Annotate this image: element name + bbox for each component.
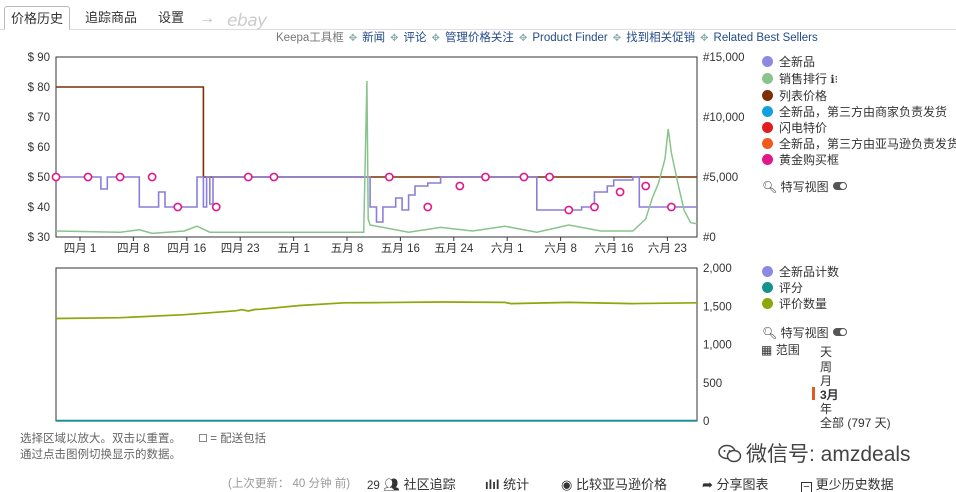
closeup-view-toggle[interactable]: 🔍︎ 特写视图 — [762, 178, 847, 195]
legend-label: 全新品，第三方由亚马逊负责发货 — [779, 137, 956, 151]
legend-dot — [762, 298, 773, 309]
community-label: 社区追踪 — [403, 477, 456, 492]
legend-label: 评分 — [779, 281, 804, 295]
search-icon: 🔍︎ — [762, 326, 778, 340]
shipping-icon — [199, 434, 207, 442]
legend-dot — [762, 138, 773, 149]
legend-label: 黄金购买框 — [779, 153, 840, 167]
legend-dot — [762, 266, 773, 277]
legend-dot — [762, 154, 773, 165]
y-right-tick-label: 1,500 — [703, 301, 732, 313]
legend-dot — [762, 106, 773, 117]
minus-box-icon: − — [801, 482, 812, 492]
tab-price-history[interactable]: 价格历史 — [4, 6, 71, 30]
closeup-view-label: 特写视图 — [780, 326, 829, 340]
legend-dot — [762, 122, 773, 133]
y-right-tick-label: 500 — [703, 378, 722, 390]
statistics-label: 统计 — [503, 477, 530, 492]
legend-label: 全新品 — [779, 55, 816, 69]
legend-dot — [762, 73, 773, 84]
globe-icon: ◉ — [561, 477, 573, 492]
last-updated: (上次更新： 40 分钟 前) — [228, 478, 351, 490]
legend-label: 全新品，第三方由商家负责发货 — [779, 105, 948, 119]
watermark-text: 微信号: amzdeals — [746, 443, 911, 466]
closeup-view-toggle-bottom[interactable]: 🔍︎ 特写视图 — [762, 324, 847, 341]
y-right-tick-label: 0 — [703, 416, 709, 428]
zoom-hint: 选择区域以放大。双击以重置。 = 配送包括 — [20, 430, 266, 446]
legend-item-list-price[interactable]: 列表价格 — [762, 87, 827, 103]
y-right-tick-label: 2,000 — [703, 263, 732, 275]
legend-hint: 通过点击图例切换显示的数据。 — [20, 449, 181, 461]
legend-item-sales-rank[interactable]: 销售排行 ℹ︎⁝ — [762, 70, 838, 86]
zoom-hint-text: 选择区域以放大。双击以重置。 — [20, 433, 181, 445]
compare-label: 比较亚马逊价格 — [575, 477, 667, 492]
search-icon: 🔍︎ — [762, 180, 778, 194]
legend-label: 评价数量 — [779, 297, 828, 311]
compare-prices-button[interactable]: ◉ 比较亚马逊价格 — [561, 474, 667, 492]
less-history-button[interactable]: − 更少历史数据 — [801, 474, 894, 492]
share-chart-button[interactable]: ➦ 分享图表 — [702, 474, 769, 492]
series-line — [55, 301, 698, 320]
legend-item-new-fba[interactable]: 全新品，第三方由亚马逊负责发货 — [762, 135, 956, 151]
community-tracking[interactable]: 29 👥︎ 社区追踪 — [367, 474, 456, 492]
legend-item-rating[interactable]: 评分 — [762, 279, 803, 295]
tracking-count: 29 — [367, 480, 380, 492]
less-history-label: 更少历史数据 — [815, 477, 894, 492]
price-legend: 全新品 销售排行 ℹ︎⁝ 列表价格 全新品，第三方由商家负责发货 闪电特价 全新… — [762, 53, 956, 203]
users-icon: 👥︎ — [383, 477, 400, 492]
legend-label: 全新品计数 — [779, 265, 840, 279]
shipping-hint-text: = 配送包括 — [210, 433, 267, 445]
statistics-button[interactable]: ılıl 统计 — [485, 474, 529, 492]
toggle-icon[interactable] — [832, 328, 847, 336]
legend-item-new[interactable]: 全新品 — [762, 53, 815, 69]
range-active-marker — [812, 387, 815, 400]
wechat-watermark: 微信号: amzdeals — [718, 438, 911, 468]
legend-label: 列表价格 — [779, 89, 828, 103]
legend-item-review-count[interactable]: 评价数量 — [762, 295, 827, 311]
share-icon: ➦ — [702, 477, 713, 492]
plot-frame — [55, 267, 698, 422]
info-icon[interactable]: ℹ︎⁝ — [830, 74, 838, 86]
range-option-all[interactable]: 全部 (797 天) — [820, 414, 891, 431]
legend-dot — [762, 90, 773, 101]
closeup-view-label: 特写视图 — [780, 180, 829, 194]
wechat-icon — [718, 444, 742, 463]
bar-chart-icon: ılıl — [485, 477, 500, 492]
legend-dot — [762, 282, 773, 293]
range-label: ▦ 范围 — [761, 341, 800, 358]
range-label-text: 范围 — [775, 343, 800, 357]
legend-item-lightning-deal[interactable]: 闪电特价 — [762, 119, 827, 135]
legend-item-buy-box[interactable]: 黄金购买框 — [762, 151, 839, 167]
legend-label: 闪电特价 — [779, 121, 828, 135]
calendar-icon: ▦ — [761, 343, 773, 357]
legend-label: 销售排行 — [779, 72, 828, 86]
share-label: 分享图表 — [716, 477, 769, 492]
legend-dot — [762, 56, 773, 67]
toggle-icon[interactable] — [832, 182, 847, 190]
y-right-tick-label: 1,000 — [703, 340, 732, 352]
legend-item-new-fbm[interactable]: 全新品，第三方由商家负责发货 — [762, 103, 947, 119]
reviews-legend: 全新品计数 评分 评价数量 🔍︎ 特写视图 — [762, 263, 956, 343]
legend-item-new-count[interactable]: 全新品计数 — [762, 263, 839, 279]
